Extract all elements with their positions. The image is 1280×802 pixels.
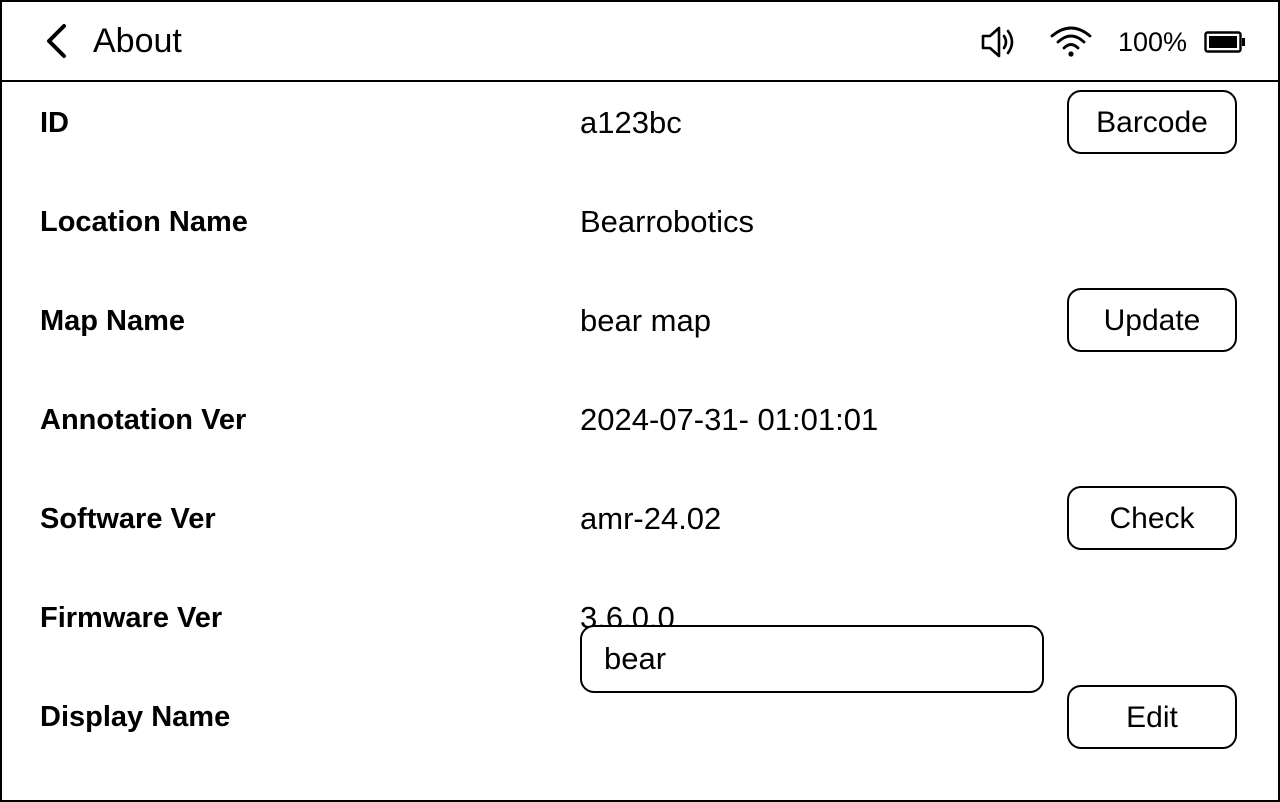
map-name-value: bear map bbox=[580, 303, 711, 338]
row-map-name: Map Name bear map Update bbox=[2, 280, 1278, 360]
battery-icon bbox=[1204, 31, 1245, 53]
display-name-label: Display Name bbox=[40, 701, 231, 733]
speaker-icon[interactable] bbox=[980, 24, 1018, 60]
row-annotation-ver: Annotation Ver 2024-07-31- 01:01:01 bbox=[2, 379, 1278, 459]
row-location-name: Location Name Bearrobotics bbox=[2, 181, 1278, 261]
check-button[interactable]: Check bbox=[1067, 486, 1237, 550]
battery-percent: 100% bbox=[1118, 27, 1188, 57]
chevron-left-icon bbox=[47, 24, 66, 58]
software-ver-value: amr-24.02 bbox=[580, 501, 722, 536]
row-id: ID a123bc Barcode bbox=[2, 82, 1278, 162]
edit-button[interactable]: Edit bbox=[1067, 685, 1237, 749]
barcode-button[interactable]: Barcode bbox=[1067, 90, 1237, 154]
about-screen: About 100% ID a123bc Barcode Location Na… bbox=[0, 0, 1280, 802]
header-bar: About 100% bbox=[2, 2, 1278, 82]
location-name-value: Bearrobotics bbox=[580, 204, 755, 239]
row-software-ver: Software Ver amr-24.02 Check bbox=[2, 478, 1278, 558]
software-ver-label: Software Ver bbox=[40, 503, 216, 535]
id-value: a123bc bbox=[580, 105, 682, 140]
firmware-ver-label: Firmware Ver bbox=[40, 602, 223, 634]
wifi-icon[interactable] bbox=[1049, 24, 1093, 58]
annotation-ver-value: 2024-07-31- 01:01:01 bbox=[580, 402, 879, 437]
display-name-input[interactable] bbox=[580, 625, 1044, 693]
map-name-label: Map Name bbox=[40, 305, 186, 337]
update-button[interactable]: Update bbox=[1067, 288, 1237, 352]
id-label: ID bbox=[40, 107, 69, 139]
location-name-label: Location Name bbox=[40, 206, 248, 238]
page-title: About bbox=[93, 22, 182, 60]
back-button[interactable] bbox=[32, 16, 84, 66]
annotation-ver-label: Annotation Ver bbox=[40, 404, 247, 436]
